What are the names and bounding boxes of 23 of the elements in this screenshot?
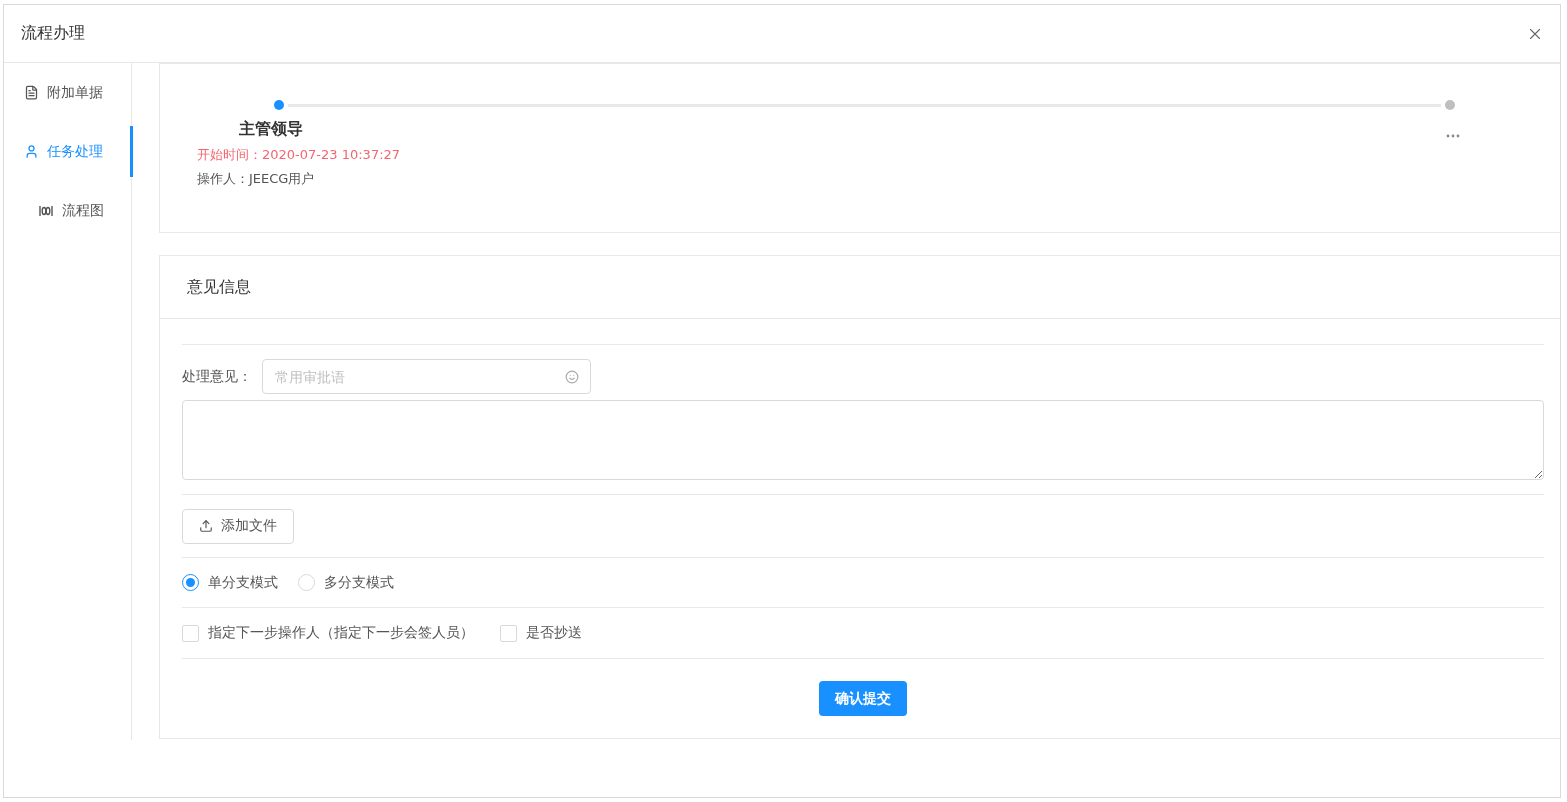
opinion-label: 处理意见： (182, 367, 252, 386)
add-file-button[interactable]: 添加文件 (182, 508, 294, 544)
checkbox-option[interactable]: 指定下一步操作人（指定下一步会签人员） (182, 624, 474, 642)
emoji-icon (565, 370, 579, 384)
upload-icon (199, 519, 213, 533)
checkbox[interactable] (500, 624, 517, 642)
user-icon (24, 144, 39, 159)
flow-icon (38, 204, 54, 217)
checkbox[interactable] (182, 624, 199, 642)
radio-option[interactable]: 单分支模式 (182, 573, 278, 592)
opinion-textarea[interactable] (182, 400, 1544, 480)
step-title: 主管领导 (239, 119, 303, 140)
sidebar-item[interactable]: 流程图 (4, 185, 133, 236)
checkbox-option[interactable]: 是否抄送 (500, 624, 582, 642)
window-title: 流程办理 (21, 23, 85, 44)
card-title: 意见信息 (187, 276, 251, 298)
step-start-time: 开始时间：2020-07-23 10:37:27 (197, 146, 401, 164)
approval-phrase-field[interactable]: 常用审批语 (262, 359, 591, 394)
more-icon (1446, 134, 1460, 138)
step-operator: 操作人：JEECG用户 (197, 170, 315, 188)
document-icon (24, 85, 39, 100)
sidebar-item[interactable]: 附加单据 (4, 67, 133, 118)
radio-option[interactable]: 多分支模式 (298, 573, 394, 592)
